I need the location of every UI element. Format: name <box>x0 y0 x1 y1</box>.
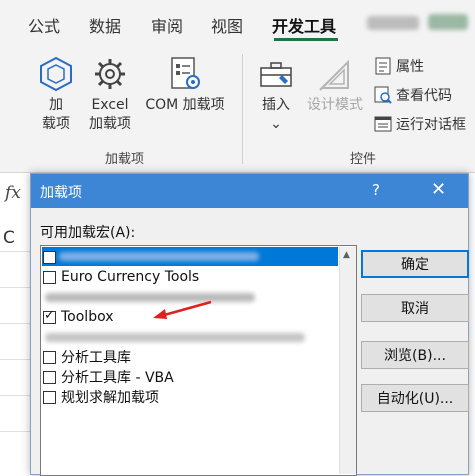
run-dialog-button[interactable]: 运行对话框 <box>374 114 466 134</box>
group-label-controls: 控件 <box>350 152 377 167</box>
ribbon-tab-bar: 公式 数据 审阅 视图 开发工具 <box>0 0 475 44</box>
view-code-label: 查看代码 <box>396 88 452 104</box>
tab-formulas[interactable]: 公式 <box>28 13 60 37</box>
tab-developer[interactable]: 开发工具 <box>272 13 336 37</box>
browse-button[interactable]: 浏览(B)... <box>361 341 469 369</box>
active-tab-indicator <box>274 38 338 41</box>
tab-review[interactable]: 审阅 <box>151 13 183 37</box>
view-code-icon <box>374 86 392 104</box>
formula-bar: fx <box>0 175 31 215</box>
insert-chevron-down-icon: ⌄ <box>270 116 282 132</box>
addins-label-1: 加 <box>49 97 63 113</box>
com-addins-button[interactable]: COM 加载项 <box>140 56 230 115</box>
ok-button[interactable]: 确定 <box>361 250 469 278</box>
ribbon: 加 载项 Excel 加载项 COM 加载项 加载项 插入 ⌄ 设计模式 属性 … <box>0 44 475 173</box>
excel-addins-button[interactable]: Excel 加载项 <box>84 56 136 134</box>
dialog-titlebar[interactable]: 加载项 ? ✕ <box>31 174 468 208</box>
worksheet-grid[interactable] <box>0 215 30 468</box>
properties-icon <box>375 57 391 75</box>
gridline <box>0 323 30 324</box>
properties-label: 属性 <box>396 59 424 75</box>
automation-button[interactable]: 自动化(U)... <box>361 384 469 412</box>
group-label-addins: 加载项 <box>105 152 145 167</box>
dialog-title: 加载项 <box>40 185 82 201</box>
ruler-triangle-icon <box>319 59 349 91</box>
help-button[interactable]: ? <box>372 181 380 199</box>
gear-icon <box>95 59 125 89</box>
insert-function-icon[interactable]: fx <box>5 183 21 203</box>
cancel-button[interactable]: 取消 <box>361 294 469 322</box>
red-arrow-annotation-icon <box>153 300 212 319</box>
addins-button[interactable]: 加 载项 <box>36 56 76 134</box>
gridline <box>0 287 30 288</box>
column-header-c[interactable]: C <box>3 228 15 248</box>
insert-label: 插入 <box>262 97 290 113</box>
gridline <box>0 251 30 252</box>
run-dialog-label: 运行对话框 <box>396 117 466 133</box>
addins-listbox[interactable]: Euro Currency Tools Toolbox 分析工具库 分析工具库 … <box>40 245 357 476</box>
group-separator <box>242 54 243 164</box>
addin-hexagon-icon <box>40 56 72 92</box>
tab-view[interactable]: 视图 <box>211 13 243 37</box>
addins-label-2: 载项 <box>42 116 70 132</box>
obscured-tab <box>428 14 468 30</box>
run-dialog-icon <box>374 116 392 132</box>
view-code-button[interactable]: 查看代码 <box>374 85 452 105</box>
available-addins-label: 可用加载宏(A): <box>40 225 136 241</box>
obscured-tab <box>367 16 419 30</box>
excel-addins-label-2: 加载项 <box>89 116 131 132</box>
com-addin-icon <box>171 57 200 89</box>
gridline <box>0 359 30 360</box>
gridline <box>0 395 30 396</box>
toolbox-icon <box>260 62 292 87</box>
design-mode-button[interactable]: 设计模式 <box>302 56 368 115</box>
design-mode-label: 设计模式 <box>307 97 363 113</box>
com-addins-label: COM 加载项 <box>145 97 225 113</box>
gridline <box>0 431 30 432</box>
excel-addins-label-1: Excel <box>91 97 129 113</box>
insert-control-button[interactable]: 插入 ⌄ <box>254 56 298 134</box>
tab-data[interactable]: 数据 <box>89 13 121 37</box>
close-icon[interactable]: ✕ <box>431 179 446 200</box>
addins-dialog: 加载项 ? ✕ 可用加载宏(A): Euro Currency Tools To… <box>30 173 469 476</box>
properties-button[interactable]: 属性 <box>374 56 424 76</box>
